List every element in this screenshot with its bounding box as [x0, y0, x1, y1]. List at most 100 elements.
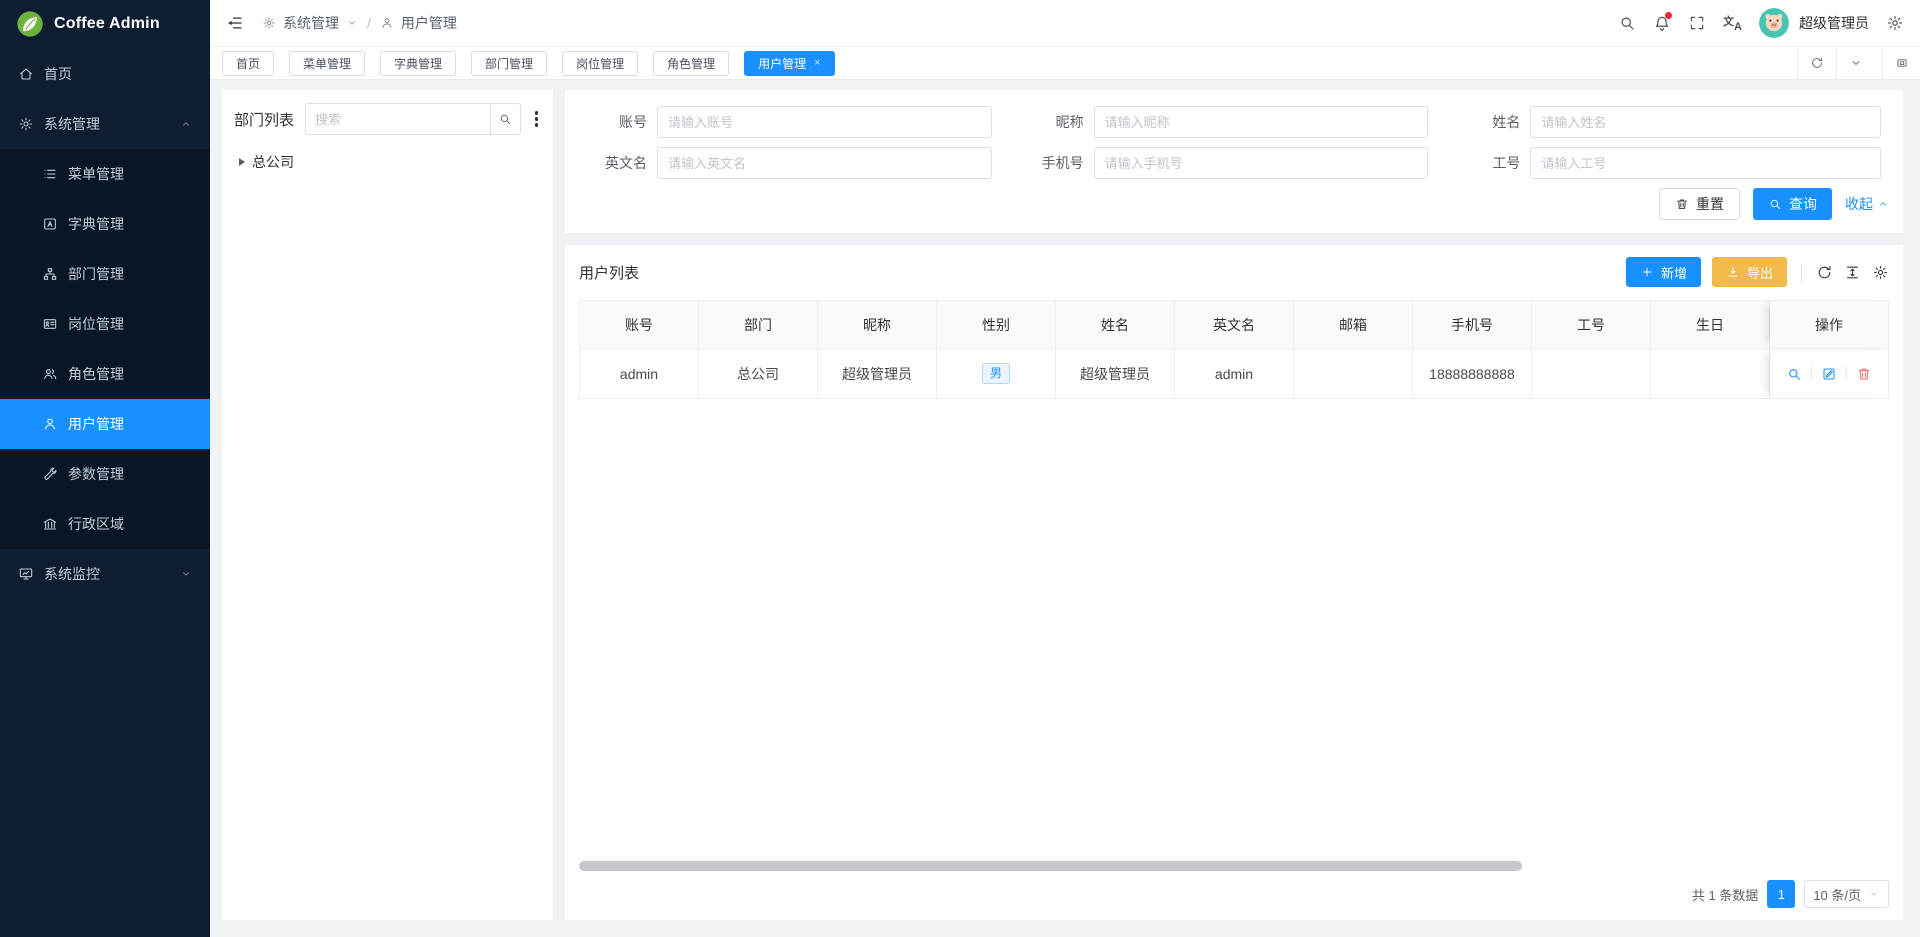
- account-input[interactable]: [657, 106, 992, 138]
- add-user-button[interactable]: 新增: [1626, 257, 1701, 287]
- dept-more-button[interactable]: [532, 107, 541, 130]
- col-header-actions: 操作: [1770, 301, 1888, 349]
- sidebar-item-param-mgmt[interactable]: 参数管理: [0, 449, 210, 499]
- tab-role-mgmt[interactable]: 角色管理: [653, 51, 729, 76]
- col-header-dept[interactable]: 部门: [699, 301, 818, 349]
- table-refresh-button[interactable]: [1816, 264, 1833, 281]
- delete-user-button[interactable]: [1856, 366, 1872, 382]
- tab-dept-mgmt[interactable]: 部门管理: [471, 51, 547, 76]
- tab-label: 首页: [236, 55, 260, 72]
- column-settings-button[interactable]: [1872, 264, 1889, 281]
- dept-search-input[interactable]: [305, 103, 490, 135]
- collapse-label: 收起: [1845, 194, 1873, 214]
- view-user-button[interactable]: [1786, 366, 1802, 382]
- horizontal-scrollbar: [579, 861, 1889, 871]
- chevron-up-icon: [180, 118, 192, 130]
- sidebar-item-dept-mgmt[interactable]: 部门管理: [0, 249, 210, 299]
- tabs-refresh-button[interactable]: [1797, 47, 1836, 79]
- col-header-email[interactable]: 邮箱: [1294, 301, 1413, 349]
- table-toolbar: 新增 导出: [1626, 257, 1889, 287]
- col-header-nickname[interactable]: 昵称: [818, 301, 937, 349]
- col-header-en-name[interactable]: 英文名: [1175, 301, 1294, 349]
- home-icon: [18, 66, 34, 82]
- sidebar-item-label: 参数管理: [68, 464, 124, 484]
- sidebar-item-user-mgmt[interactable]: 用户管理: [0, 399, 210, 449]
- sidebar-item-admin-region[interactable]: 行政区域: [0, 499, 210, 549]
- current-user-name[interactable]: 超级管理员: [1799, 13, 1869, 33]
- page-content: 部门列表 总公司: [210, 80, 1920, 937]
- translate-icon[interactable]: 文A: [1723, 14, 1742, 32]
- cell-actions: [1770, 349, 1888, 399]
- chevron-down-icon: [346, 17, 358, 29]
- reset-button[interactable]: 重置: [1659, 188, 1740, 220]
- breadcrumb-item-user: 用户管理: [401, 13, 457, 33]
- maximize-frame-icon: [1895, 56, 1909, 70]
- chevron-down-icon: [180, 568, 192, 580]
- tree-expand-caret-icon[interactable]: [239, 158, 245, 166]
- en-name-input[interactable]: [657, 147, 992, 179]
- sidebar-item-role-mgmt[interactable]: 角色管理: [0, 349, 210, 399]
- name-input[interactable]: [1530, 106, 1881, 138]
- col-header-job-no[interactable]: 工号: [1532, 301, 1651, 349]
- sidebar-item-home[interactable]: 首页: [0, 49, 210, 99]
- sidebar-item-menu-mgmt[interactable]: 菜单管理: [0, 149, 210, 199]
- nickname-input[interactable]: [1094, 106, 1429, 138]
- tab-home[interactable]: 首页: [222, 51, 274, 76]
- settings-gear-icon[interactable]: [1886, 14, 1904, 32]
- export-button[interactable]: 导出: [1712, 257, 1787, 287]
- sidebar-item-post-mgmt[interactable]: 岗位管理: [0, 299, 210, 349]
- main-area: 系统管理 / 用户管理 文A: [210, 0, 1920, 937]
- edit-user-button[interactable]: [1821, 366, 1837, 382]
- chevron-down-icon: [1868, 888, 1880, 900]
- user-icon: [42, 416, 58, 432]
- cell-gender: 男: [937, 349, 1056, 399]
- col-header-name[interactable]: 姓名: [1056, 301, 1175, 349]
- reset-button-label: 重置: [1696, 194, 1724, 214]
- tab-dict-mgmt[interactable]: 字典管理: [380, 51, 456, 76]
- phone-input[interactable]: [1094, 147, 1429, 179]
- avatar[interactable]: [1759, 8, 1789, 38]
- download-icon: [1726, 265, 1740, 279]
- sidebar: Coffee Admin 首页 系统管理 菜单管理 字典管理: [0, 0, 210, 937]
- field-nickname: 昵称: [1016, 106, 1453, 138]
- row-height-button[interactable]: [1844, 264, 1861, 281]
- field-label: 账号: [579, 112, 657, 132]
- sidebar-item-dict-mgmt[interactable]: 字典管理: [0, 199, 210, 249]
- dept-search-button[interactable]: [490, 103, 521, 135]
- dept-tree-node-root[interactable]: 总公司: [234, 152, 541, 172]
- fullscreen-icon[interactable]: [1688, 14, 1706, 32]
- content-maximize-button[interactable]: [1882, 47, 1920, 79]
- col-header-birthday[interactable]: 生日: [1651, 301, 1770, 349]
- breadcrumb-item-system[interactable]: 系统管理: [283, 13, 339, 33]
- job-no-input[interactable]: [1530, 147, 1881, 179]
- edit-icon: [1821, 366, 1837, 382]
- gear-icon: [18, 116, 34, 132]
- col-header-gender[interactable]: 性别: [937, 301, 1056, 349]
- col-header-account[interactable]: 账号: [580, 301, 699, 349]
- pagination-total: 共 1 条数据: [1692, 885, 1758, 904]
- query-button[interactable]: 查询: [1753, 188, 1832, 220]
- sidebar-item-label: 岗位管理: [68, 314, 124, 334]
- scrollbar-thumb[interactable]: [579, 861, 1522, 871]
- sidebar-fold-button[interactable]: [226, 14, 244, 32]
- table-row[interactable]: admin 总公司 超级管理员 男 超级管理员 admin 1888888888…: [580, 349, 1888, 399]
- tabs-more-button[interactable]: [1836, 47, 1875, 79]
- tab-user-mgmt[interactable]: 用户管理 ×: [744, 51, 834, 76]
- page-button-1[interactable]: 1: [1767, 880, 1795, 908]
- tab-post-mgmt[interactable]: 岗位管理: [562, 51, 638, 76]
- search-icon[interactable]: [1618, 14, 1636, 32]
- page-size-select[interactable]: 10 条/页: [1804, 880, 1889, 908]
- sidebar-item-system-mgmt[interactable]: 系统管理: [0, 99, 210, 149]
- cell-en-name: admin: [1175, 349, 1294, 399]
- dept-search-group: [305, 103, 521, 135]
- tab-menu-mgmt[interactable]: 菜单管理: [289, 51, 365, 76]
- user-table-card: 用户列表 新增 导出: [565, 245, 1903, 920]
- notification-button[interactable]: [1653, 14, 1671, 32]
- field-label: 英文名: [579, 153, 657, 173]
- tab-close-icon[interactable]: ×: [814, 57, 820, 69]
- collapse-link[interactable]: 收起: [1845, 194, 1889, 214]
- dept-panel: 部门列表 总公司: [222, 90, 553, 920]
- col-header-phone[interactable]: 手机号: [1413, 301, 1532, 349]
- sidebar-item-system-monitor[interactable]: 系统监控: [0, 549, 210, 599]
- topbar-actions: 文A 超级管理员: [1618, 8, 1904, 38]
